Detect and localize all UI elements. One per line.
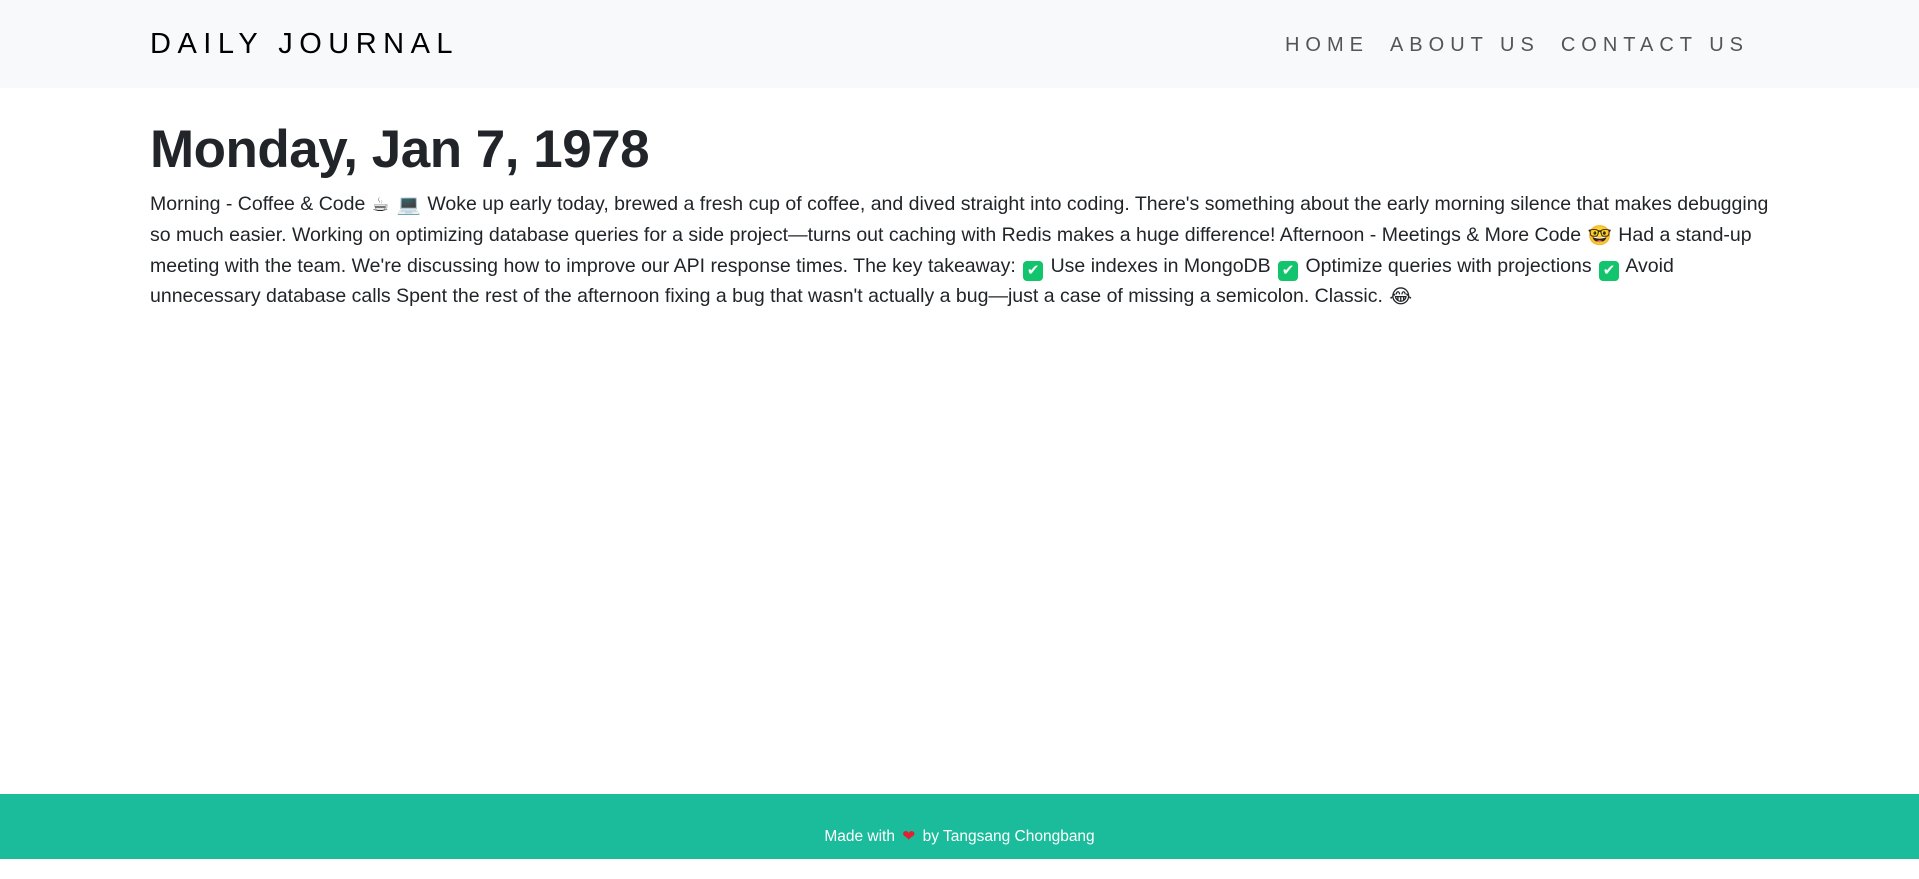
nerd-face-icon: 🤓 [1587, 224, 1612, 247]
footer-author: by Tangsang Chongbang [922, 828, 1095, 845]
nav-link-contact-us[interactable]: CONTACT US [1561, 32, 1749, 58]
journal-entry: Monday, Jan 7, 1978 Morning - Coffee & C… [150, 113, 1775, 312]
entry-title: Monday, Jan 7, 1978 [150, 120, 650, 179]
entry-text-paragraph: Woke up early today, brewed a fresh cup … [150, 193, 1769, 246]
check-mark-icon: ✔ [1278, 261, 1299, 281]
laughing-face-icon: 😂 [1389, 285, 1413, 308]
entry-text-morning: Morning - Coffee & Code [150, 193, 366, 215]
check-mark-icon: ✔ [1023, 261, 1044, 281]
footer-prefix: Made with [824, 828, 895, 845]
laptop-icon: 💻 [396, 193, 421, 216]
takeaway-item-1: Use indexes in MongoDB [1050, 255, 1271, 277]
footer: Made with ❤ by Tangsang Chongbang [0, 794, 1919, 859]
navbar: DAILY JOURNAL HOME ABOUT US CONTACT US [0, 0, 1919, 88]
entry-body: Morning - Coffee & Code ☕ 💻 Woke up earl… [150, 189, 1775, 312]
nav-links: HOME ABOUT US CONTACT US [1285, 32, 1749, 58]
heart-icon: ❤ [902, 827, 916, 845]
takeaway-item-2: Optimize queries with projections [1305, 255, 1592, 277]
check-mark-icon: ✔ [1599, 261, 1620, 281]
brand-link[interactable]: DAILY JOURNAL [150, 26, 459, 62]
nav-link-home[interactable]: HOME [1285, 32, 1369, 58]
footer-credit: Made with ❤ by Tangsang Chongbang [0, 794, 1919, 859]
entry-text-bug: Spent the rest of the afternoon fixing a… [396, 285, 1383, 307]
coffee-icon: ☕ [371, 193, 390, 216]
nav-link-about-us[interactable]: ABOUT US [1390, 32, 1540, 58]
